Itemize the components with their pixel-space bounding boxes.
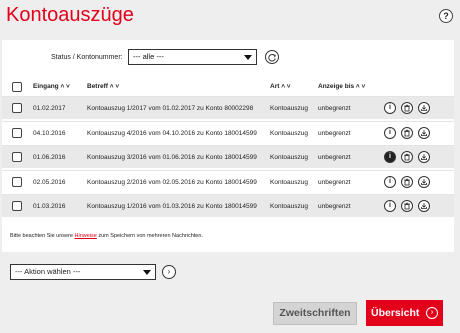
- row-subject[interactable]: Kontoauszug 1/2017 vom 01.02.2017 zu Kon…: [87, 105, 253, 112]
- chevron-down-icon: [143, 270, 151, 275]
- uebersicht-button[interactable]: Übersicht ›: [366, 300, 443, 326]
- row-checkbox[interactable]: [12, 201, 22, 211]
- download-icon[interactable]: [418, 102, 430, 114]
- messages-panel: Status / Kontonummer: --- alle --- Einga…: [2, 40, 454, 252]
- header-eingang[interactable]: Eingang ˄ ˅: [33, 83, 70, 90]
- info-icon[interactable]: i: [384, 126, 396, 139]
- row-type: Kontoauszug: [270, 105, 308, 112]
- status-select[interactable]: --- alle ---: [128, 49, 257, 65]
- action-select[interactable]: --- Aktion wählen ---: [10, 264, 156, 280]
- trash-icon[interactable]: [401, 175, 413, 188]
- arrow-right-icon: ›: [426, 307, 438, 319]
- row-type: Kontoauszug: [270, 129, 308, 137]
- row-type: Kontoauszug: [270, 203, 308, 210]
- info-icon[interactable]: i: [384, 151, 396, 163]
- status-select-value: --- alle ---: [133, 52, 164, 61]
- row-until: unbegrenzt: [318, 178, 351, 186]
- zweitschriften-button[interactable]: Zweitschriften: [273, 302, 357, 325]
- row-until: unbegrenzt: [318, 105, 351, 112]
- row-subject[interactable]: Kontoauszug 4/2016 vom 04.10.2016 zu Kon…: [87, 130, 257, 137]
- select-all-checkbox[interactable]: [12, 82, 22, 92]
- header-betreff[interactable]: Betreff ˄ ˅: [87, 83, 119, 90]
- info-icon[interactable]: i: [384, 200, 396, 212]
- table-row[interactable]: 01.02.2017 Kontoauszug 1/2017 vom 01.02.2…: [2, 96, 454, 119]
- row-subject[interactable]: Kontoauszug 3/2016 vom 01.06.2016 zu Kon…: [87, 154, 257, 161]
- trash-icon[interactable]: [401, 102, 413, 114]
- row-type: Kontoauszug: [270, 154, 308, 161]
- row-type: Kontoauszug: [270, 178, 308, 186]
- hint-note: Bitte beachten Sie unsere Hinweise zum S…: [10, 233, 203, 239]
- action-select-value: --- Aktion wählen ---: [15, 267, 81, 276]
- info-icon[interactable]: i: [384, 175, 396, 188]
- row-checkbox[interactable]: [12, 127, 22, 138]
- download-icon[interactable]: [418, 126, 430, 139]
- table-row[interactable]: 04.10.2016 Kontoauszug 4/2016 vom 04.10.2…: [2, 120, 454, 144]
- refresh-icon[interactable]: [265, 50, 279, 64]
- download-icon[interactable]: [418, 200, 430, 212]
- download-icon[interactable]: [418, 151, 430, 163]
- table-header: Eingang ˄ ˅ Betreff ˄ ˅ Art ˄ ˅ Anzeige …: [2, 78, 454, 96]
- row-date: 01.03.2016: [33, 203, 66, 210]
- row-until: unbegrenzt: [318, 203, 351, 210]
- row-date: 01.06.2016: [33, 154, 66, 161]
- uebersicht-label: Übersicht: [371, 307, 420, 319]
- row-checkbox[interactable]: [12, 152, 22, 162]
- action-go-icon[interactable]: ›: [162, 265, 176, 279]
- row-date: 01.02.2017: [33, 105, 66, 112]
- table-row[interactable]: 02.05.2016 Kontoauszug 2/2016 vom 02.05.2…: [2, 169, 454, 193]
- trash-icon[interactable]: [401, 200, 413, 212]
- row-subject[interactable]: Kontoauszug 1/2016 vom 01.03.2016 zu Kon…: [87, 203, 257, 210]
- info-icon[interactable]: i: [384, 102, 396, 114]
- filter-label: Status / Kontonummer:: [51, 54, 123, 61]
- page-title: Kontoauszüge: [6, 4, 134, 26]
- row-until: unbegrenzt: [318, 129, 351, 137]
- chevron-down-icon: [244, 55, 252, 60]
- table-row[interactable]: 01.03.2016 Kontoauszug 1/2016 vom 01.03.2…: [2, 194, 454, 217]
- download-icon[interactable]: [418, 175, 430, 188]
- header-art[interactable]: Art ˄ ˅: [270, 83, 291, 90]
- trash-icon[interactable]: [401, 151, 413, 163]
- row-date: 02.05.2016: [33, 178, 66, 186]
- row-subject[interactable]: Kontoauszug 2/2016 vom 02.05.2016 zu Kon…: [87, 179, 257, 186]
- help-icon[interactable]: ?: [439, 9, 453, 23]
- trash-icon[interactable]: [401, 126, 413, 139]
- row-checkbox[interactable]: [12, 176, 22, 187]
- hints-link[interactable]: Hinweise: [75, 233, 97, 239]
- row-date: 04.10.2016: [33, 129, 66, 137]
- row-until: unbegrenzt: [318, 154, 351, 161]
- header-anzeige-bis[interactable]: Anzeige bis ˄ ˅: [318, 83, 365, 90]
- table-row[interactable]: 01.06.2016 Kontoauszug 3/2016 vom 01.06.2…: [2, 145, 454, 168]
- row-checkbox[interactable]: [12, 103, 22, 113]
